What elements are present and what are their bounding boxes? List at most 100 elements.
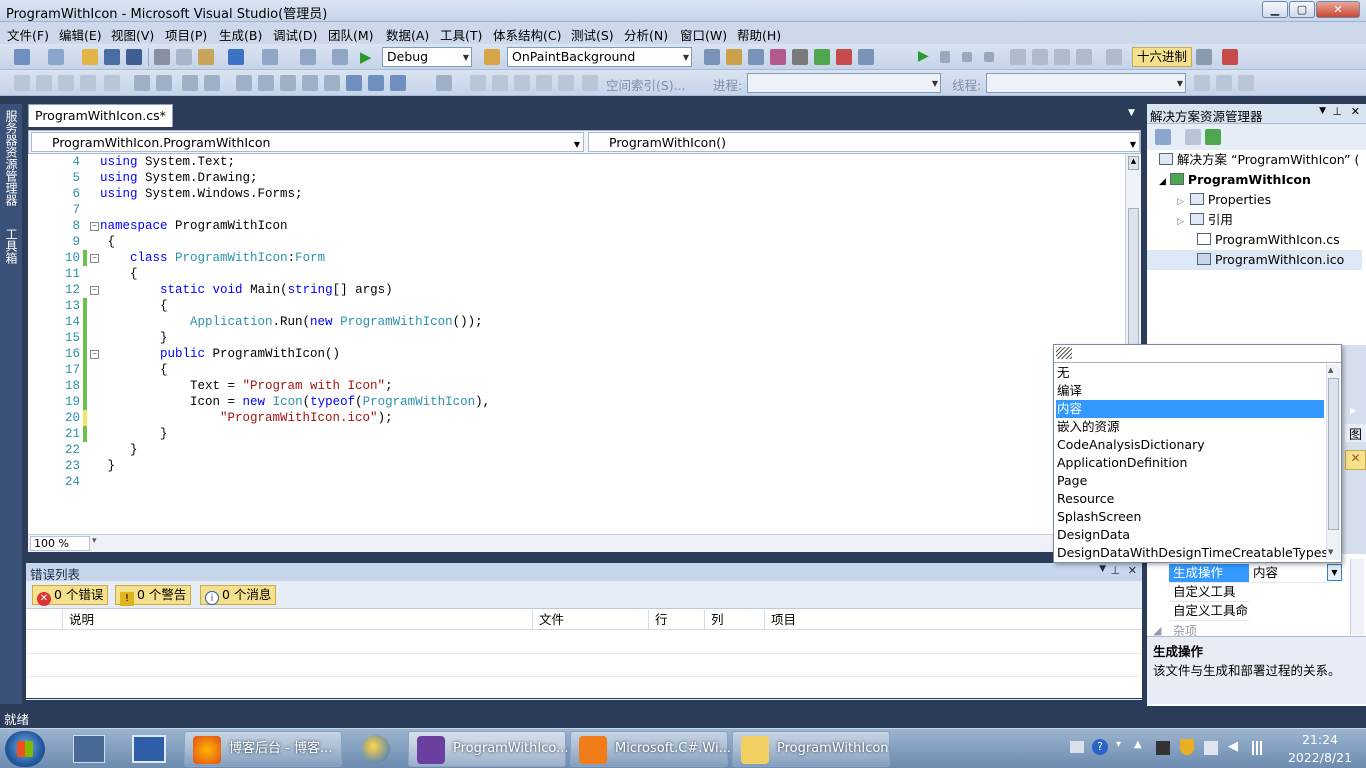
- menu-help[interactable]: 帮助(H): [737, 25, 781, 44]
- build-action-dropdown[interactable]: 无 编译 内容 嵌入的资源 CodeAnalysisDictionary App…: [1053, 344, 1342, 563]
- tab-dropdown-icon[interactable]: ▼: [1128, 108, 1135, 118]
- close-icon[interactable]: ✕: [1128, 564, 1137, 577]
- bookmark-icon[interactable]: [236, 75, 252, 91]
- taskbar-item-folder[interactable]: ProgramWithIcon: [732, 731, 890, 767]
- collapsed-icon[interactable]: ▷: [1177, 197, 1184, 207]
- scroll-up-icon[interactable]: ▲: [1128, 156, 1139, 170]
- menu-test[interactable]: 测试(S): [571, 25, 614, 44]
- close-icon[interactable]: ✕: [1351, 105, 1360, 118]
- chevron-down-icon[interactable]: ▾: [1116, 739, 1121, 750]
- signal-icon[interactable]: [1252, 741, 1268, 755]
- restart-icon[interactable]: [984, 52, 994, 62]
- keyboard-icon[interactable]: [1070, 741, 1084, 753]
- collapsed-icon[interactable]: ▷: [1177, 217, 1184, 227]
- minimize-button[interactable]: ▁: [1262, 1, 1288, 18]
- chevron-down-icon[interactable]: ▼: [1327, 564, 1342, 581]
- pin-icon[interactable]: ⊥: [1332, 105, 1342, 118]
- document-tab[interactable]: ProgramWithIcon.cs*: [28, 104, 173, 127]
- member-dropdown[interactable]: ProgramWithIcon() ▼: [588, 132, 1140, 152]
- collapse-icon[interactable]: −: [90, 222, 99, 231]
- add-item-icon[interactable]: [48, 49, 64, 65]
- chevron-down-icon[interactable]: ▾: [92, 536, 97, 546]
- query-icon[interactable]: [470, 75, 486, 91]
- bookmark-icon[interactable]: [280, 75, 296, 91]
- format-icon[interactable]: [104, 75, 120, 91]
- query-icon[interactable]: [536, 75, 552, 91]
- solution-explorer-icon[interactable]: [704, 49, 720, 65]
- extension-icon[interactable]: [836, 49, 852, 65]
- start-debug-icon[interactable]: ▶: [360, 48, 372, 66]
- zoom-combo[interactable]: 100 %: [30, 536, 90, 551]
- bookmark-icon[interactable]: [324, 75, 340, 91]
- redo-icon[interactable]: [262, 49, 278, 65]
- clock-date[interactable]: 2022/8/21: [1284, 750, 1356, 765]
- show-next-statement-icon[interactable]: [1010, 49, 1026, 65]
- hex-toggle[interactable]: 十六进制: [1132, 47, 1193, 67]
- breakpoint-icon[interactable]: [1106, 49, 1122, 65]
- messages-filter-button[interactable]: i0 个消息: [200, 585, 277, 605]
- comment-icon[interactable]: [182, 75, 198, 91]
- column-file[interactable]: 文件: [532, 610, 648, 630]
- navigate-backward-icon[interactable]: [300, 49, 316, 65]
- query-icon[interactable]: [582, 75, 598, 91]
- resize-grip-icon[interactable]: [1056, 347, 1072, 359]
- format-icon[interactable]: [58, 75, 74, 91]
- object-browser-icon[interactable]: [748, 49, 764, 65]
- tree-item-solution[interactable]: 解决方案 “ProgramWithIcon” (: [1147, 150, 1366, 170]
- dropdown-option[interactable]: DesignData: [1056, 526, 1324, 544]
- tree-item-project[interactable]: ◢ ProgramWithIcon: [1147, 170, 1366, 190]
- expand-icon[interactable]: ◢: [1159, 177, 1166, 187]
- pause-icon[interactable]: [940, 51, 950, 63]
- dropdown-option-selected[interactable]: 内容: [1056, 400, 1324, 418]
- bookmark-icon[interactable]: [302, 75, 318, 91]
- flag-icon[interactable]: [1194, 75, 1210, 91]
- outdent-icon[interactable]: [156, 75, 172, 91]
- menu-analyze[interactable]: 分析(N): [624, 25, 668, 44]
- close-button[interactable]: ✕: [1316, 1, 1360, 18]
- tree-item-cs-file[interactable]: ProgramWithIcon.cs: [1147, 230, 1366, 250]
- menu-edit[interactable]: 编辑(E): [59, 25, 102, 44]
- bookmark-icon[interactable]: [346, 75, 362, 91]
- spatial-index-button[interactable]: 空间索引(S)...: [606, 75, 686, 94]
- open-file-icon[interactable]: [82, 49, 98, 65]
- menu-file[interactable]: 文件(F): [7, 25, 49, 44]
- show-all-files-icon[interactable]: [1185, 129, 1201, 145]
- dropdown-option[interactable]: CodeAnalysisDictionary: [1056, 436, 1324, 454]
- thread-combo[interactable]: ▼: [986, 73, 1186, 93]
- refresh-icon[interactable]: [1205, 129, 1221, 145]
- taskbar-item-pdf[interactable]: Microsoft.C#.Wi...: [570, 731, 731, 767]
- menu-window[interactable]: 窗口(W): [680, 25, 727, 44]
- pin-icon[interactable]: ▼: [1099, 564, 1106, 574]
- speaker-icon[interactable]: ◀: [1228, 739, 1238, 754]
- column-project[interactable]: 项目: [764, 610, 1142, 630]
- save-all-icon[interactable]: [126, 49, 142, 65]
- query-icon[interactable]: [514, 75, 530, 91]
- help-icon[interactable]: ?: [1092, 739, 1108, 755]
- command-window-icon[interactable]: [858, 49, 874, 65]
- output-icon[interactable]: [1222, 49, 1238, 65]
- flag-icon[interactable]: [1216, 75, 1232, 91]
- dropdown-option[interactable]: 编译: [1056, 382, 1324, 400]
- menu-debug[interactable]: 调试(D): [273, 25, 317, 44]
- menu-data[interactable]: 数据(A): [386, 25, 429, 44]
- step-out-icon[interactable]: [1076, 49, 1092, 65]
- new-project-icon[interactable]: [14, 49, 30, 65]
- taskbar-item-visual-studio[interactable]: ProgramWithIco...: [408, 731, 568, 767]
- network-icon[interactable]: [1204, 741, 1218, 755]
- tree-item-ico-file[interactable]: ProgramWithIcon.ico: [1147, 250, 1362, 270]
- column-col[interactable]: 列: [704, 610, 764, 630]
- menu-team[interactable]: 团队(M): [328, 25, 374, 44]
- cut-icon[interactable]: [154, 49, 170, 65]
- dropdown-option[interactable]: Page: [1056, 472, 1324, 490]
- process-combo[interactable]: ▼: [747, 73, 941, 93]
- stop-icon[interactable]: [962, 52, 972, 62]
- query-icon[interactable]: [492, 75, 508, 91]
- step-into-icon[interactable]: [1032, 49, 1048, 65]
- menu-view[interactable]: 视图(V): [111, 25, 154, 44]
- continue-icon[interactable]: ▶: [918, 48, 929, 64]
- properties-icon[interactable]: [1155, 129, 1171, 145]
- dropdown-option[interactable]: DesignDataWithDesignTimeCreatableTypes: [1056, 544, 1328, 562]
- close-icon[interactable]: ✕: [1345, 450, 1366, 470]
- desktop-icon[interactable]: [132, 735, 166, 763]
- prop-name-build-action[interactable]: 生成操作: [1169, 564, 1249, 583]
